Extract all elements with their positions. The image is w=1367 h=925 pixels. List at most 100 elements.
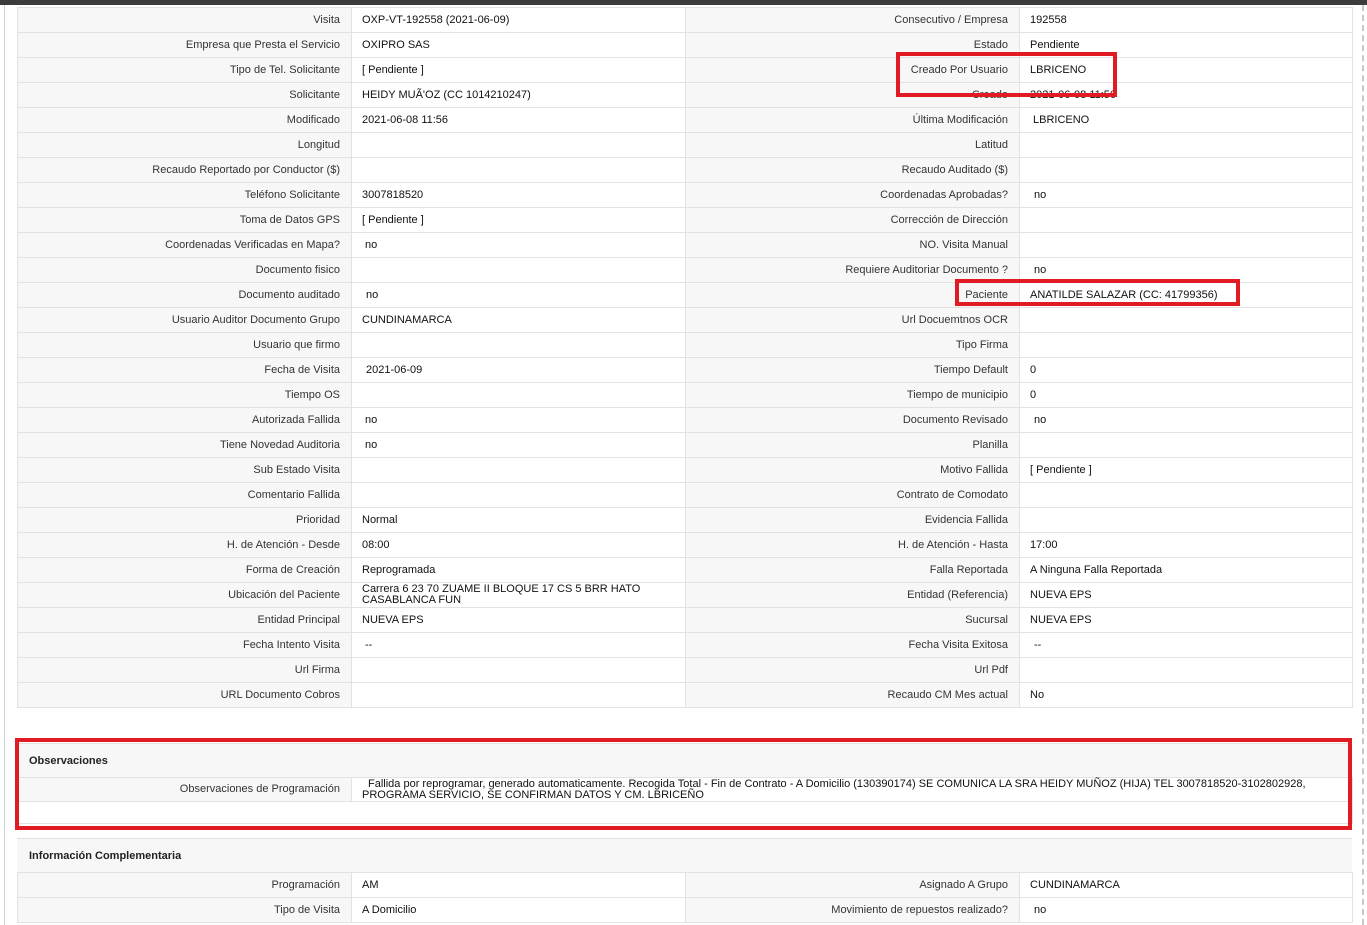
field-value: HEIDY MUÃ'OZ (CC 1014210247) (351, 82, 686, 108)
field-value (351, 482, 686, 508)
field-label: Url Docuemtnos OCR (685, 307, 1020, 333)
field-value: 0 (1019, 357, 1353, 383)
detail-row: Prioridad Normal Evidencia Fallida (17, 507, 1353, 533)
left-border-line (4, 5, 5, 925)
field-label: Forma de Creación (17, 557, 352, 583)
field-label: URL Documento Cobros (17, 682, 352, 708)
informacion-complementaria-table: Programación AM Asignado A Grupo CUNDINA… (17, 872, 1353, 923)
top-bar (0, 0, 1367, 5)
field-label: H. de Atención - Desde (17, 532, 352, 558)
field-label: Url Firma (17, 657, 352, 683)
detail-row: Usuario Auditor Documento Grupo CUNDINAM… (17, 307, 1353, 333)
detail-row: Forma de Creación Reprogramada Falla Rep… (17, 557, 1353, 583)
highlight-paciente (955, 279, 1240, 306)
field-label: Tipo de Visita (17, 897, 352, 923)
detail-row: URL Documento Cobros Recaudo CM Mes actu… (17, 682, 1353, 708)
detail-row: Toma de Datos GPS [ Pendiente ] Correcci… (17, 207, 1353, 233)
detail-row: Entidad Principal NUEVA EPS Sucursal NUE… (17, 607, 1353, 633)
field-value (351, 682, 686, 708)
field-value: -- (351, 632, 686, 658)
field-value: Normal (351, 507, 686, 533)
detail-row: Tipo de Tel. Solicitante [ Pendiente ] C… (17, 57, 1353, 83)
field-label: Consecutivo / Empresa (685, 7, 1020, 33)
field-label: Tipo de Tel. Solicitante (17, 57, 352, 83)
field-value: 2021-06-09 (351, 357, 686, 383)
field-value (351, 132, 686, 158)
field-label: Solicitante (17, 82, 352, 108)
detail-row: Fecha de Visita 2021-06-09 Tiempo Defaul… (17, 357, 1353, 383)
detail-row: Recaudo Reportado por Conductor ($) Reca… (17, 157, 1353, 183)
field-label: Tipo Firma (685, 332, 1020, 358)
field-label: Teléfono Solicitante (17, 182, 352, 208)
field-value (1019, 157, 1353, 183)
field-value: LBRICENO (1019, 107, 1353, 133)
field-label: Tiempo OS (17, 382, 352, 408)
field-label: Sucursal (685, 607, 1020, 633)
field-label: Motivo Fallida (685, 457, 1020, 483)
field-value (1019, 657, 1353, 683)
field-label: Usuario Auditor Documento Grupo (17, 307, 352, 333)
field-label: Toma de Datos GPS (17, 207, 352, 233)
detail-row: Visita OXP-VT-192558 (2021-06-09) Consec… (17, 7, 1353, 33)
highlight-creado-por-usuario (896, 52, 1117, 97)
field-value (1019, 307, 1353, 333)
detail-row: Tipo de Visita A Domicilio Movimiento de… (17, 897, 1353, 923)
field-label: Documento Revisado (685, 407, 1020, 433)
field-value: Carrera 6 23 70 ZUAME II BLOQUE 17 CS 5 … (351, 582, 686, 608)
field-label: Autorizada Fallida (17, 407, 352, 433)
detail-row: Longitud Latitud (17, 132, 1353, 158)
field-value (1019, 432, 1353, 458)
field-value: no (351, 282, 686, 308)
field-value (1019, 132, 1353, 158)
field-value: no (351, 407, 686, 433)
field-value: No (1019, 682, 1353, 708)
field-value: 2021-06-08 11:56 (351, 107, 686, 133)
field-label: Contrato de Comodato (685, 482, 1020, 508)
detail-row: Ubicación del Paciente Carrera 6 23 70 Z… (17, 582, 1353, 608)
field-label: Latitud (685, 132, 1020, 158)
field-label: Tiene Novedad Auditoria (17, 432, 352, 458)
field-label: Modificado (17, 107, 352, 133)
field-label: Recaudo CM Mes actual (685, 682, 1020, 708)
field-label: Corrección de Dirección (685, 207, 1020, 233)
highlight-observaciones (15, 738, 1352, 830)
detail-row: Solicitante HEIDY MUÃ'OZ (CC 1014210247)… (17, 82, 1353, 108)
detail-row: Sub Estado Visita Motivo Fallida [ Pendi… (17, 457, 1353, 483)
field-value: NUEVA EPS (351, 607, 686, 633)
field-label: Evidencia Fallida (685, 507, 1020, 533)
field-label: Coordenadas Verificadas en Mapa? (17, 232, 352, 258)
field-value: AM (351, 872, 686, 898)
informacion-complementaria-title: Información Complementaria (17, 838, 1352, 872)
field-label: Longitud (17, 132, 352, 158)
field-value: 17:00 (1019, 532, 1353, 558)
field-value: no (351, 232, 686, 258)
field-value: 08:00 (351, 532, 686, 558)
field-value (351, 657, 686, 683)
field-label: Documento fisico (17, 257, 352, 283)
field-label: Fecha Visita Exitosa (685, 632, 1020, 658)
detail-row: Fecha Intento Visita -- Fecha Visita Exi… (17, 632, 1353, 658)
detail-row: Programación AM Asignado A Grupo CUNDINA… (17, 872, 1353, 898)
detail-row: Teléfono Solicitante 3007818520 Coordena… (17, 182, 1353, 208)
field-value (1019, 507, 1353, 533)
field-label: Asignado A Grupo (685, 872, 1020, 898)
field-label: Planilla (685, 432, 1020, 458)
visit-detail-table: Visita OXP-VT-192558 (2021-06-09) Consec… (17, 7, 1353, 708)
field-value: [ Pendiente ] (1019, 457, 1353, 483)
field-label: Entidad Principal (17, 607, 352, 633)
detail-row: Empresa que Presta el Servicio OXIPRO SA… (17, 32, 1353, 58)
detail-row: Comentario Fallida Contrato de Comodato (17, 482, 1353, 508)
field-value: CUNDINAMARCA (1019, 872, 1353, 898)
field-label: Fecha Intento Visita (17, 632, 352, 658)
field-value: A Ninguna Falla Reportada (1019, 557, 1353, 583)
field-value (1019, 232, 1353, 258)
field-value (351, 382, 686, 408)
field-label: Recaudo Auditado ($) (685, 157, 1020, 183)
field-label: Programación (17, 872, 352, 898)
field-value (351, 157, 686, 183)
field-value (1019, 482, 1353, 508)
field-label: Entidad (Referencia) (685, 582, 1020, 608)
field-value: [ Pendiente ] (351, 207, 686, 233)
detail-row: Url Firma Url Pdf (17, 657, 1353, 683)
field-value: NUEVA EPS (1019, 582, 1353, 608)
